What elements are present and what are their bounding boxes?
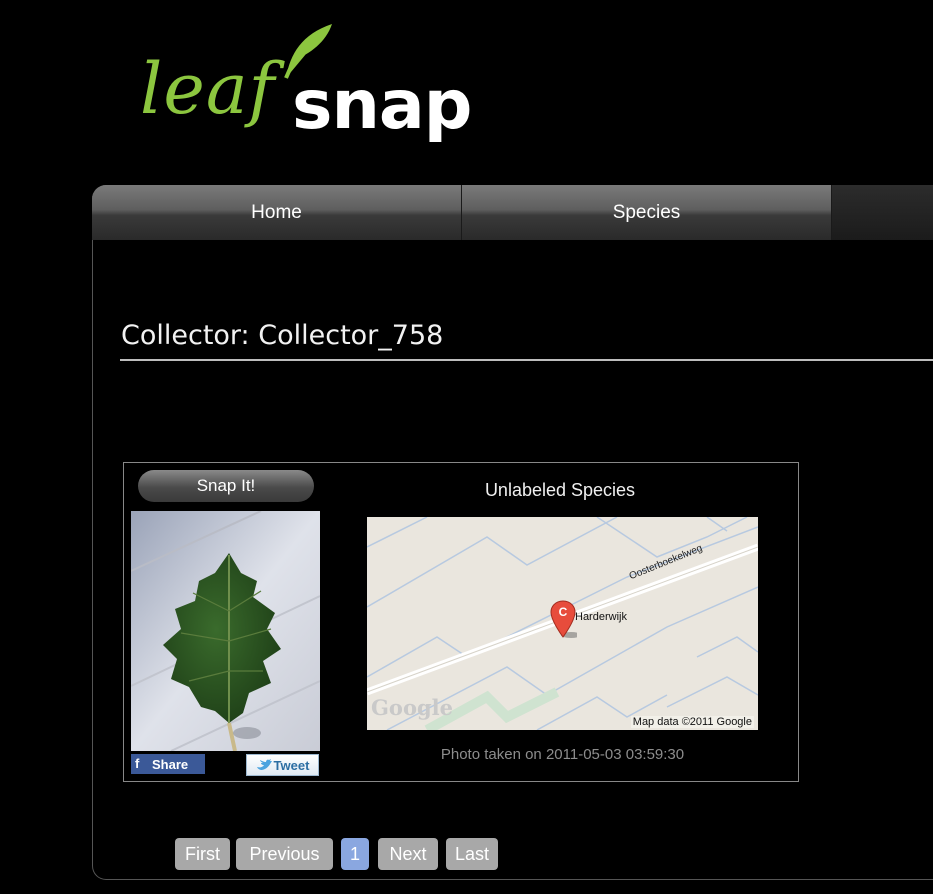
map-marker-icon[interactable]: C: [549, 599, 577, 639]
snap-it-button[interactable]: Snap It!: [138, 470, 314, 502]
tweet-button[interactable]: Tweet: [246, 754, 319, 776]
pager-current-page[interactable]: 1: [341, 838, 369, 870]
page-title: Collector: Collector_758: [121, 320, 444, 351]
logo-text-leaf: leaf: [140, 48, 276, 130]
leaf-photo[interactable]: [131, 511, 320, 751]
leafsnap-logo[interactable]: leaf snap: [140, 20, 480, 150]
page: leaf snap Home Species Collector: Collec…: [0, 0, 933, 894]
photo-date: Photo taken on 2011-05-03 03:59:30: [440, 746, 685, 763]
tweet-label: Tweet: [273, 757, 310, 773]
location-map[interactable]: Oosterboekelweg C Harderwijk Google Map …: [367, 517, 758, 730]
pager-previous[interactable]: Previous: [236, 838, 333, 870]
twitter-bird-icon: [256, 759, 272, 770]
logo-text-snap: snap: [292, 66, 472, 145]
nav-tab-active[interactable]: [832, 185, 933, 240]
main-nav: Home Species: [92, 185, 933, 240]
pager-last[interactable]: Last: [446, 838, 498, 870]
title-divider: [120, 359, 933, 361]
share-label: Share: [152, 756, 189, 772]
nav-tab-species[interactable]: Species: [462, 185, 832, 240]
pager-next[interactable]: Next: [378, 838, 438, 870]
facebook-icon: f: [135, 756, 140, 771]
leaf-image: [131, 511, 320, 751]
google-logo[interactable]: Google: [371, 695, 453, 720]
nav-tab-home[interactable]: Home: [92, 185, 462, 240]
map-credit: Map data ©2011 Google: [630, 716, 754, 728]
facebook-share-button[interactable]: f Share: [131, 754, 205, 774]
pager-first[interactable]: First: [175, 838, 230, 870]
species-label[interactable]: Unlabeled Species: [430, 480, 690, 501]
map-place-label: Harderwijk: [575, 611, 627, 623]
map-marker-letter: C: [559, 605, 568, 619]
